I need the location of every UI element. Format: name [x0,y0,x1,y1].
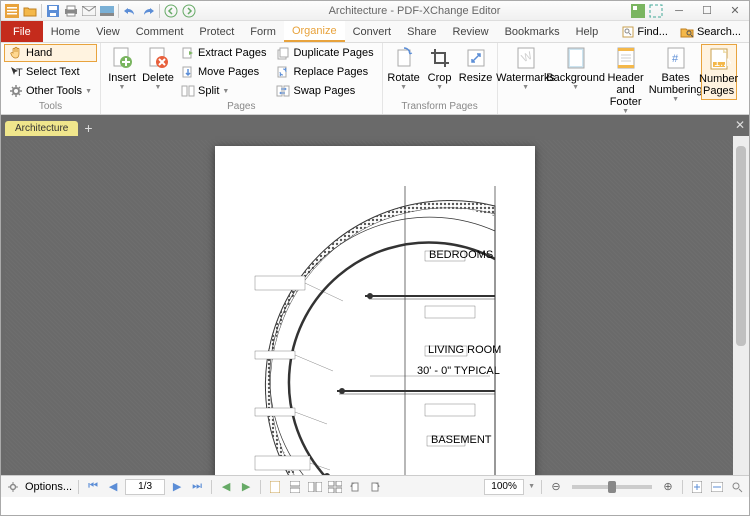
title-bar: Architecture - PDF-XChange Editor ─ ☐ ✕ [1,1,749,21]
header-footer-button[interactable]: Header and Footer▼ [601,44,651,118]
zoom-actual-icon[interactable] [729,479,745,495]
find-button[interactable]: Find... [618,26,672,38]
nav-back-icon[interactable] [162,2,180,20]
file-tab[interactable]: File [1,21,43,42]
replace-pages-button[interactable]: Replace Pages [271,63,378,81]
layout-two-icon[interactable] [307,479,323,495]
group-pages: Insert▼ Delete▼ Extract Pages Move Pages… [101,43,383,114]
hand-tool[interactable]: Hand [4,44,97,62]
vertical-scrollbar[interactable] [733,136,749,475]
tab-convert[interactable]: Convert [345,21,400,42]
prev-page-icon[interactable]: ◀ [105,479,121,495]
ribbon-tabs: File Home View Comment Protect Form Orga… [1,21,749,43]
tab-bookmarks[interactable]: Bookmarks [497,21,568,42]
nav-forward-icon[interactable]: ▶ [238,479,254,495]
group-page-marks: WWatermarks▼ Background▼ Header and Foot… [498,43,740,114]
zoom-slider[interactable] [572,485,652,489]
tab-protect[interactable]: Protect [191,21,242,42]
ui-options-icon[interactable] [629,2,647,20]
layout-two-cont-icon[interactable] [327,479,343,495]
close-tab-button[interactable]: ✕ [735,118,745,132]
email-icon[interactable] [80,2,98,20]
tab-home[interactable]: Home [43,21,88,42]
nav-back-icon[interactable]: ◀ [218,479,234,495]
quick-access-toolbar [1,2,200,20]
zoom-in-icon[interactable]: ⊕ [660,479,676,495]
extract-pages-button[interactable]: Extract Pages [176,44,271,62]
redo-icon[interactable] [139,2,157,20]
tab-help[interactable]: Help [568,21,607,42]
open-icon[interactable] [21,2,39,20]
document-viewport[interactable]: BEDROOMS LIVING ROOM BASEMENT [1,136,749,475]
move-pages-button[interactable]: Move Pages [176,63,271,81]
watermarks-button[interactable]: WWatermarks▼ [501,44,551,94]
rotate-button[interactable]: Rotate▼ [386,44,422,94]
duplicate-pages-button[interactable]: Duplicate Pages [271,44,378,62]
svg-text:30' - 0" TYPICAL: 30' - 0" TYPICAL [417,365,500,377]
layout-single-icon[interactable] [267,479,283,495]
tab-view[interactable]: View [88,21,128,42]
svg-text:#: # [672,53,679,65]
svg-text:T: T [16,67,23,79]
ribbon: Hand TSelect Text Other Tools ▼ Tools In… [1,43,749,115]
fit-width-icon[interactable] [709,479,725,495]
background-button[interactable]: Background▼ [551,44,601,94]
page-input[interactable] [125,479,165,495]
pdf-page: BEDROOMS LIVING ROOM BASEMENT [215,146,535,475]
zoom-out-icon[interactable]: ⊖ [548,479,564,495]
room-label: BASEMENT [431,434,492,446]
tab-comment[interactable]: Comment [128,21,192,42]
status-bar: Options... ⏮ ◀ ▶ ⏭ ◀ ▶ ▼ ⊖ ⊕ [1,475,749,497]
svg-text:1..N: 1..N [714,57,731,69]
group-transform: Rotate▼ Crop▼ Resize Transform Pages [383,43,498,114]
app-menu-icon[interactable] [3,2,21,20]
options-gear-icon[interactable] [5,479,21,495]
scan-icon[interactable] [98,2,116,20]
tab-form[interactable]: Form [242,21,284,42]
fit-page-icon[interactable] [689,479,705,495]
insert-pages-button[interactable]: Insert▼ [104,44,140,94]
bates-numbering-button[interactable]: #Bates Numbering▼ [651,44,701,106]
last-page-icon[interactable]: ⏭ [189,479,205,495]
layout-continuous-icon[interactable] [287,479,303,495]
maximize-button[interactable]: ☐ [693,2,721,20]
resize-button[interactable]: Resize [458,44,494,86]
tab-review[interactable]: Review [444,21,496,42]
crop-button[interactable]: Crop▼ [422,44,458,94]
split-pages-button[interactable]: Split ▼ [176,82,271,100]
room-label: BEDROOMS [429,249,493,261]
window-title: Architecture - PDF-XChange Editor [200,5,629,17]
minimize-button[interactable]: ─ [665,2,693,20]
undo-icon[interactable] [121,2,139,20]
options-label[interactable]: Options... [25,481,72,493]
new-tab-button[interactable]: + [78,120,98,136]
document-tab-bar: Architecture + ✕ [1,115,749,136]
search-button[interactable]: Search... [676,26,745,38]
tab-organize[interactable]: Organize [284,21,345,42]
delete-pages-button[interactable]: Delete▼ [140,44,176,94]
save-icon[interactable] [44,2,62,20]
room-label: LIVING ROOM [428,344,501,356]
rotate-ccw-icon[interactable] [347,479,363,495]
zoom-input[interactable] [484,479,524,495]
next-page-icon[interactable]: ▶ [169,479,185,495]
nav-forward-icon[interactable] [180,2,198,20]
first-page-icon[interactable]: ⏮ [85,479,101,495]
close-button[interactable]: ✕ [721,2,749,20]
number-pages-button[interactable]: 1..NNumber Pages [701,44,737,100]
other-tools[interactable]: Other Tools ▼ [4,82,97,100]
print-icon[interactable] [62,2,80,20]
group-tools: Hand TSelect Text Other Tools ▼ Tools [1,43,101,114]
fullscreen-icon[interactable] [647,2,665,20]
swap-pages-button[interactable]: Swap Pages [271,82,378,100]
tab-share[interactable]: Share [399,21,444,42]
select-text-tool[interactable]: TSelect Text [4,63,97,81]
rotate-cw-icon[interactable] [367,479,383,495]
document-tab[interactable]: Architecture [5,121,78,136]
